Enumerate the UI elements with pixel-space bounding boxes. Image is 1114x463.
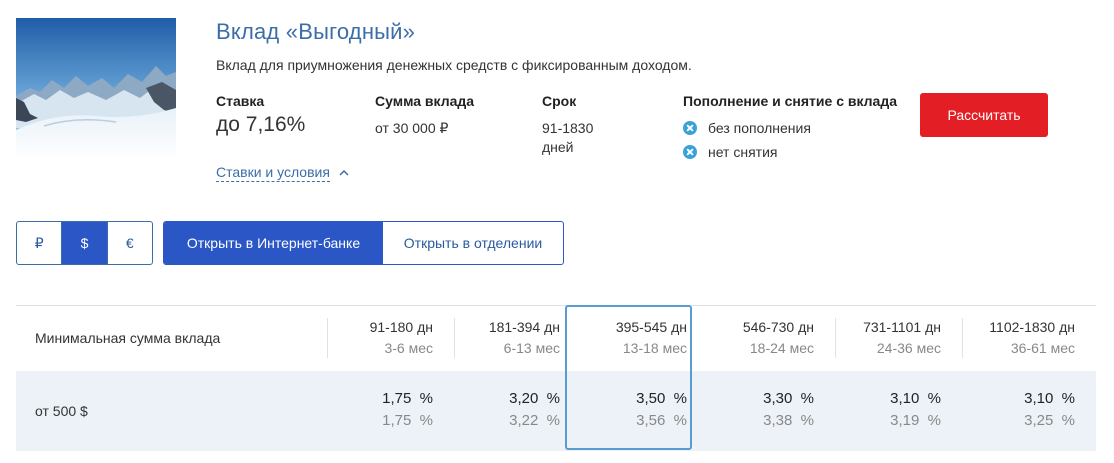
rate-cell: 3,20 % 3,22 % — [454, 371, 581, 451]
term-value: 91-1830 дней — [542, 120, 594, 155]
term-months: 6-13 мес — [503, 340, 560, 356]
currency-eur-button[interactable]: € — [108, 222, 152, 264]
term-column-header: 1102-1830 дн 36-61 мес — [962, 306, 1096, 371]
rate-cell: 3,10 % 3,25 % — [962, 371, 1096, 451]
rate-secondary: 3,19 % — [890, 412, 941, 429]
sum-value: от 30 000 ₽ — [375, 120, 449, 136]
term-months: 24-36 мес — [876, 340, 941, 356]
rate-primary: 1,75 % — [382, 390, 433, 407]
term-column-header: 731-1101 дн 24-36 мес — [835, 306, 962, 371]
deposit-title: Вклад «Выгодный» — [216, 19, 416, 44]
rates-table: Минимальная сумма вклада 91-180 дн 3-6 м… — [16, 305, 1096, 451]
mountain-photo — [16, 18, 176, 161]
rate-secondary: 3,56 % — [636, 412, 687, 429]
open-branch-button[interactable]: Открыть в отделении — [383, 222, 563, 264]
term-months: 36-61 мес — [1010, 340, 1075, 356]
term-days: 395-545 дн — [615, 319, 687, 335]
currency-usd-button[interactable]: $ — [62, 222, 108, 264]
term-column-header: 546-730 дн 18-24 мес — [708, 306, 835, 371]
rate-secondary: 3,38 % — [763, 412, 814, 429]
term-column-header: 91-180 дн 3-6 мес — [327, 306, 454, 371]
rate-primary: 3,20 % — [509, 390, 560, 407]
term-column-header: 181-394 дн 6-13 мес — [454, 306, 581, 371]
rates-and-terms-link[interactable]: Ставки и условия — [216, 164, 350, 182]
term-days: 1102-1830 дн — [989, 319, 1075, 335]
term-days: 181-394 дн — [488, 319, 560, 335]
rate-primary: 3,10 % — [1024, 390, 1075, 407]
rate-cell: 3,10 % 3,19 % — [835, 371, 962, 451]
rate-primary: 3,30 % — [763, 390, 814, 407]
currency-rub-button[interactable]: ₽ — [17, 222, 63, 264]
x-circle-icon — [683, 121, 697, 135]
rate-primary: 3,50 % — [636, 390, 687, 407]
sum-block: Сумма вклада от 30 000 ₽ — [375, 93, 474, 138]
deposit-image — [16, 18, 176, 161]
rate-secondary: 3,22 % — [509, 412, 560, 429]
rate-primary: 3,10 % — [890, 390, 941, 407]
rate-block: Ставка до 7,16% — [216, 93, 306, 136]
refill-item-label: нет снятия — [708, 144, 778, 160]
rate-label: Ставка — [216, 93, 265, 109]
term-label: Срок — [542, 93, 577, 109]
refill-item-label: без пополнения — [708, 120, 811, 136]
term-days: 91-180 дн — [369, 319, 433, 335]
min-sum-header: Минимальная сумма вклада — [35, 330, 221, 346]
row-min-sum: от 500 $ — [35, 403, 88, 419]
rate-cell: 3,30 % 3,38 % — [708, 371, 835, 451]
currency-switch: ₽ $ € — [16, 221, 153, 265]
term-months: 18-24 мес — [749, 340, 814, 356]
calculate-button[interactable]: Рассчитать — [920, 93, 1048, 137]
rate-value: до 7,16% — [216, 113, 306, 136]
term-days: 731-1101 дн — [863, 319, 941, 335]
rate-secondary: 1,75 % — [382, 412, 433, 429]
term-months: 13-18 мес — [622, 340, 687, 356]
table-row: от 500 $ 1,75 % 1,75 % 3,20 % 3,22 % 3,5… — [16, 371, 1096, 451]
rate-cell: 3,50 % 3,56 % — [581, 371, 708, 451]
sum-label: Сумма вклада — [375, 93, 475, 109]
rates-and-terms-label: Ставки и условия — [216, 164, 330, 182]
refill-block: Пополнение и снятие с вклада без пополне… — [683, 93, 897, 164]
open-channel-switch: Открыть в Интернет-банке Открыть в отдел… — [163, 221, 564, 265]
term-column-header: 395-545 дн 13-18 мес — [581, 306, 708, 371]
x-circle-icon — [683, 145, 697, 159]
term-days: 546-730 дн — [742, 319, 814, 335]
rates-table-header: Минимальная сумма вклада 91-180 дн 3-6 м… — [16, 306, 1096, 371]
term-months: 3-6 мес — [384, 340, 433, 356]
open-online-button[interactable]: Открыть в Интернет-банке — [164, 222, 383, 264]
deposit-subtitle: Вклад для приумножения денежных средств … — [216, 57, 692, 73]
rate-cell: 1,75 % 1,75 % — [327, 371, 454, 451]
refill-item-no-withdrawal: нет снятия — [683, 140, 897, 164]
rate-secondary: 3,25 % — [1024, 412, 1075, 429]
refill-label: Пополнение и снятие с вклада — [683, 93, 898, 109]
refill-item-no-topup: без пополнения — [683, 116, 897, 140]
term-block: Срок 91-1830 дней — [542, 93, 612, 157]
chevron-up-icon — [339, 169, 349, 176]
